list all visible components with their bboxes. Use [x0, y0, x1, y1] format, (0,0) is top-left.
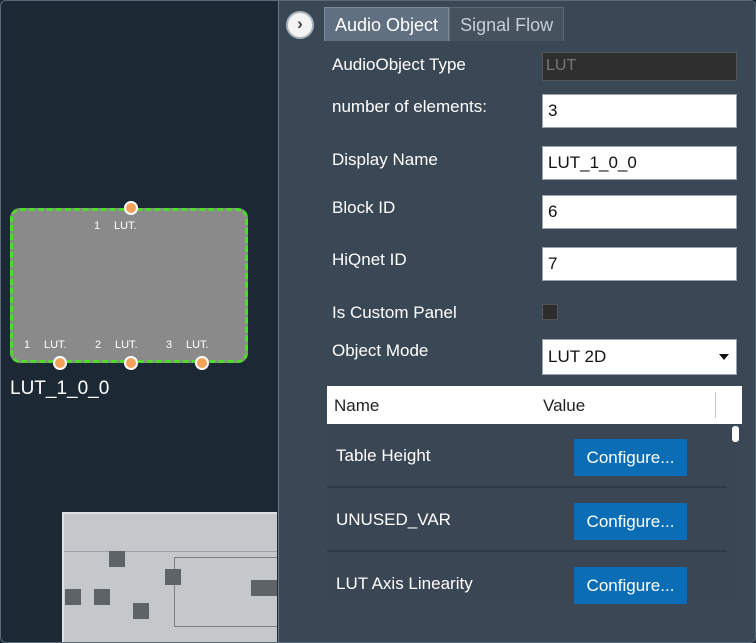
parameter-grid: Name Value Table Height Configure... UNU…: [327, 386, 742, 604]
output-pin-label: LUT.: [115, 339, 138, 351]
number-of-elements-field[interactable]: 3: [542, 94, 737, 128]
hiqnet-id-field[interactable]: 7: [542, 247, 737, 281]
audio-object-type-field: LUT: [542, 52, 737, 81]
app-window: 1 LUT. 1 LUT. 2 LUT. 3 LUT. LUT_1_0_0 › …: [0, 0, 756, 643]
grid-header: Name Value: [327, 386, 742, 424]
display-name-label: Display Name: [332, 150, 438, 169]
minimap-block: [109, 551, 125, 567]
properties-panel: › Audio Object Signal Flow AudioObject T…: [278, 1, 755, 642]
object-mode-label: Object Mode: [332, 341, 429, 360]
grid-row: Table Height Configure...: [327, 424, 727, 488]
audio-object-type-label: AudioObject Type: [332, 55, 466, 74]
tab-audio-object[interactable]: Audio Object: [324, 7, 450, 41]
input-pin-label: LUT.: [114, 220, 137, 232]
display-name-field[interactable]: LUT_1_0_0: [542, 146, 737, 180]
design-canvas[interactable]: 1 LUT. 1 LUT. 2 LUT. 3 LUT. LUT_1_0_0: [1, 1, 277, 642]
configure-button[interactable]: Configure...: [574, 567, 687, 604]
configure-button[interactable]: Configure...: [574, 503, 687, 540]
panel-tabs: Audio Object Signal Flow: [324, 7, 565, 41]
minimap-block: [165, 569, 181, 585]
output-pin-label: LUT.: [186, 339, 209, 351]
object-mode-select[interactable]: LUT 2D: [542, 339, 737, 375]
minimap[interactable]: [62, 512, 277, 642]
chevron-right-icon[interactable]: ›: [286, 11, 314, 39]
minimap-block: [65, 589, 81, 605]
minimap-divider: [64, 551, 277, 552]
output-port[interactable]: [53, 356, 67, 370]
is-custom-panel-label: Is Custom Panel: [332, 303, 457, 322]
block-id-label: Block ID: [332, 198, 396, 217]
minimap-block: [133, 603, 149, 619]
output-pin-number: 1: [24, 339, 31, 351]
hiqnet-id-label: HiQnet ID: [332, 250, 407, 269]
row-name: LUT Axis Linearity: [336, 574, 473, 593]
minimap-block: [94, 589, 110, 605]
grid-row: UNUSED_VAR Configure...: [327, 488, 727, 552]
number-of-elements-label: number of elements:: [332, 97, 487, 116]
input-pin-number: 1: [94, 220, 101, 232]
block-id-field[interactable]: 6: [542, 195, 737, 229]
object-mode-value: LUT 2D: [548, 347, 607, 366]
node-name-label: LUT_1_0_0: [10, 378, 110, 399]
is-custom-panel-checkbox[interactable]: [542, 304, 558, 320]
column-header-value[interactable]: Value: [543, 396, 585, 416]
grid-row: LUT Axis Linearity Configure...: [327, 552, 727, 604]
lut-node[interactable]: 1 LUT. 1 LUT. 2 LUT. 3 LUT.: [10, 208, 248, 363]
configure-button[interactable]: Configure...: [574, 439, 687, 476]
grid-rows: Table Height Configure... UNUSED_VAR Con…: [327, 424, 727, 604]
output-pin-number: 2: [95, 339, 102, 351]
row-name: Table Height: [336, 446, 431, 465]
grid-scrollbar[interactable]: [729, 424, 742, 604]
tab-signal-flow[interactable]: Signal Flow: [449, 7, 565, 41]
minimap-block: [251, 580, 277, 596]
input-port[interactable]: [124, 201, 138, 215]
output-port[interactable]: [124, 356, 138, 370]
column-separator: [715, 392, 716, 418]
scrollbar-thumb[interactable]: [732, 426, 739, 442]
column-header-name[interactable]: Name: [334, 396, 379, 416]
chevron-down-icon: [719, 354, 729, 360]
output-port[interactable]: [195, 356, 209, 370]
output-pin-number: 3: [166, 339, 173, 351]
row-name: UNUSED_VAR: [336, 510, 451, 529]
output-pin-label: LUT.: [44, 339, 67, 351]
